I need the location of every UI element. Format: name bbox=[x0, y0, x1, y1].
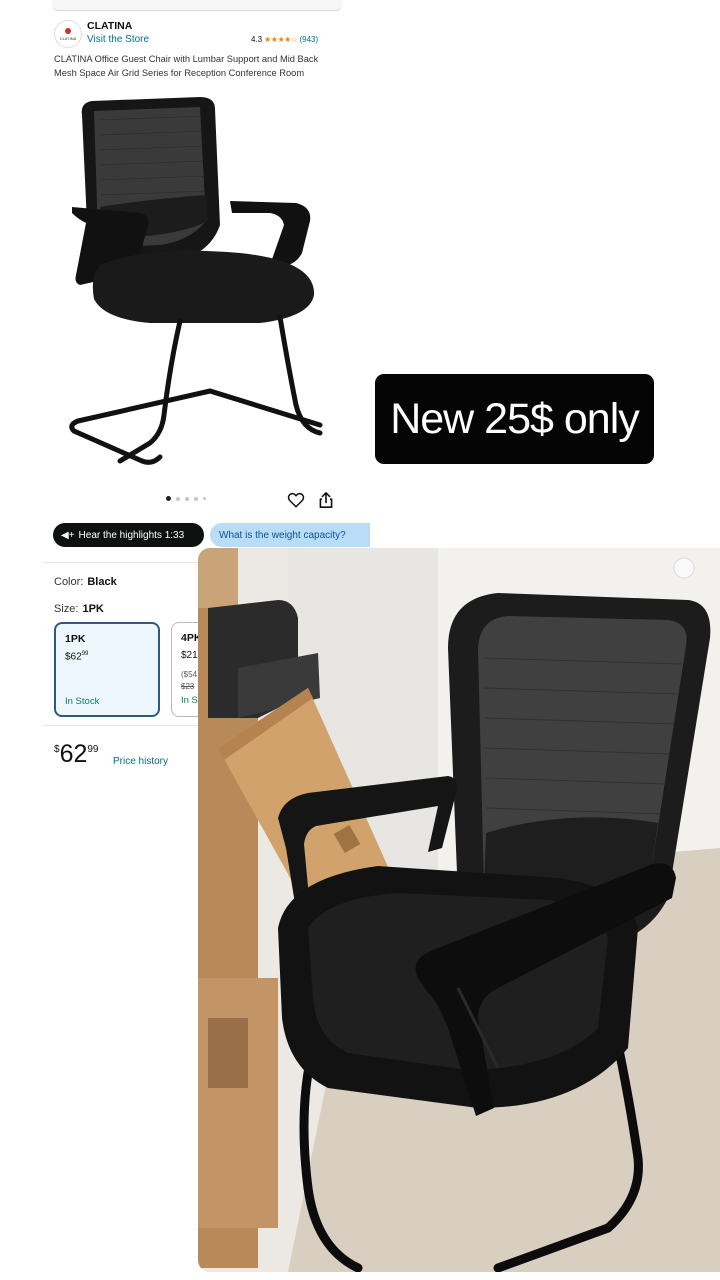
product-image-chair[interactable] bbox=[60, 95, 330, 470]
color-value: Black bbox=[87, 576, 117, 588]
option-stock: In Stock bbox=[65, 696, 100, 707]
question-chip[interactable]: What is the weight capacity? bbox=[210, 523, 370, 547]
visit-store-link[interactable]: Visit the Store bbox=[87, 34, 149, 45]
rating-value: 4.3 bbox=[251, 35, 263, 44]
price-history-link[interactable]: Price history bbox=[113, 756, 168, 767]
size-option-1pk[interactable]: 1PK $6299 In Stock bbox=[54, 622, 160, 717]
price-fraction: 99 bbox=[87, 744, 99, 755]
search-bar-remnant[interactable] bbox=[52, 0, 342, 11]
carousel-dot[interactable] bbox=[176, 496, 180, 501]
size-label: Size: bbox=[54, 603, 79, 615]
divider bbox=[44, 725, 214, 726]
product-title: CLATINA Office Guest Chair with Lumbar S… bbox=[54, 54, 319, 78]
carousel-dot[interactable] bbox=[166, 496, 171, 501]
option-stock: In S bbox=[181, 695, 198, 706]
rating-summary[interactable]: 4.3 ★★★★☆ (943) bbox=[251, 35, 318, 44]
price-whole: 62 bbox=[59, 740, 88, 768]
brand-logo: CLATINA bbox=[54, 20, 82, 48]
brand-logo-text: CLATINA bbox=[59, 35, 77, 41]
speaker-icon: ◀+ bbox=[61, 529, 75, 541]
star-icons: ★★★★☆ bbox=[264, 35, 298, 44]
option-price: $21 bbox=[181, 650, 198, 661]
carousel-dot[interactable] bbox=[185, 496, 189, 501]
price-badge: New 25$ only bbox=[375, 374, 654, 464]
size-selector: Size: 1PK bbox=[54, 603, 104, 615]
main-price: $ 62 99 bbox=[54, 741, 99, 768]
color-selector: Color: Black bbox=[54, 576, 117, 588]
heart-icon[interactable] bbox=[287, 491, 305, 509]
carousel-dot[interactable] bbox=[203, 497, 206, 500]
review-count[interactable]: (943) bbox=[299, 35, 318, 44]
option-name: 1PK bbox=[65, 633, 86, 645]
brand-name: CLATINA bbox=[87, 20, 133, 32]
chair-photo bbox=[198, 548, 720, 1272]
size-value: 1PK bbox=[82, 603, 104, 615]
share-icon[interactable] bbox=[318, 491, 334, 509]
color-label: Color: bbox=[54, 576, 84, 588]
hear-highlights-button[interactable]: ◀+ Hear the highlights 1:33 bbox=[53, 523, 204, 547]
option-unit-price: ($54 bbox=[181, 670, 198, 679]
option-list-price: $23 bbox=[181, 682, 195, 691]
image-carousel-dots[interactable] bbox=[166, 496, 206, 501]
divider bbox=[44, 562, 214, 563]
highlights-label: Hear the highlights 1:33 bbox=[78, 529, 185, 541]
carousel-dot[interactable] bbox=[194, 496, 198, 501]
option-price: $6299 bbox=[65, 651, 89, 663]
